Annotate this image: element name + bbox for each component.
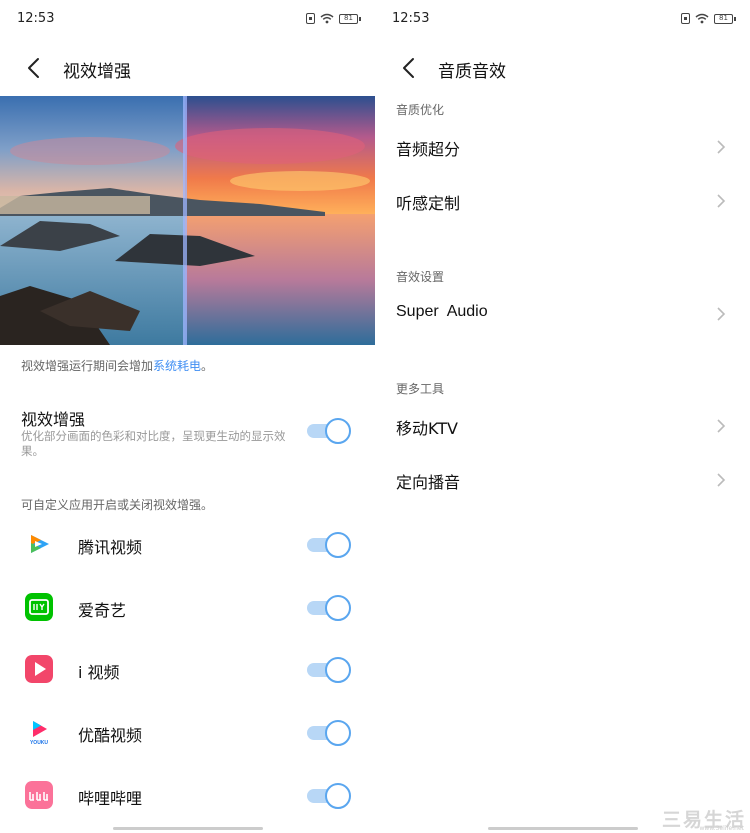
visual-enhance-title: 视效增强	[21, 410, 86, 429]
youku-icon: YOUKU	[25, 718, 53, 746]
section-label-sound-settings: 音效设置	[396, 270, 445, 284]
app-name: 哔哩哔哩	[78, 789, 143, 808]
menu-item-audio-super-resolution[interactable]: 音频超分	[375, 121, 750, 175]
page-title: 音质音效	[438, 62, 506, 82]
app-name: 爱奇艺	[78, 601, 127, 620]
status-bar: 12:53 81	[0, 0, 375, 40]
wifi-icon	[695, 13, 709, 24]
battery-icon: 81	[339, 13, 361, 24]
app-name: 腾讯视频	[78, 538, 143, 557]
visual-enhance-description: 优化部分画面的色彩和对比度，呈现更生动的显示效果。	[21, 429, 286, 458]
site-watermark: 三易生活 www.3elife.net	[661, 809, 746, 832]
visual-enhance-toggle[interactable]	[307, 418, 351, 444]
header: 音质音效	[375, 48, 750, 88]
chevron-right-icon	[717, 307, 726, 321]
sound-effects-screen: 12:53 81 音质音效 音质优化 音频超分 听感定制 音效设置 Super …	[375, 0, 750, 833]
wifi-icon	[320, 13, 334, 24]
home-indicator[interactable]	[113, 827, 263, 830]
back-arrow-icon[interactable]	[399, 56, 419, 80]
chevron-right-icon	[717, 140, 726, 154]
status-time: 12:53	[17, 11, 55, 26]
app-row-i-video[interactable]: i 视频	[0, 645, 375, 695]
visual-enhance-screen: 12:53 81 视效增强 视效增强运行期间会增加系统耗电。 视效增强 优化部分…	[0, 0, 375, 833]
app-name: i 视频	[78, 663, 120, 682]
i-video-icon	[25, 655, 53, 683]
page-title: 视效增强	[63, 62, 131, 82]
menu-item-hearing-customization[interactable]: 听感定制	[375, 175, 750, 229]
app-toggle[interactable]	[307, 657, 351, 683]
tencent-video-icon	[31, 535, 49, 553]
power-consumption-link[interactable]: 系统耗电	[153, 359, 201, 373]
app-name: 优酷视频	[78, 726, 143, 745]
power-notice: 视效增强运行期间会增加系统耗电。	[21, 359, 214, 373]
app-row-bilibili[interactable]: 哔哩哔哩	[0, 771, 375, 821]
battery-icon: 81	[714, 13, 736, 24]
sim-card-icon	[306, 13, 315, 24]
apps-caption: 可自定义应用开启或关闭视效增强。	[21, 498, 214, 512]
app-row-tencent-video[interactable]: 腾讯视频	[0, 520, 375, 570]
app-toggle[interactable]	[307, 532, 351, 558]
sim-card-icon	[681, 13, 690, 24]
comparison-preview-image	[0, 96, 375, 345]
svg-text:YOUKU: YOUKU	[30, 740, 48, 746]
iqiyi-icon	[25, 593, 53, 621]
chevron-right-icon	[717, 194, 726, 208]
chevron-right-icon	[717, 419, 726, 433]
status-time: 12:53	[392, 11, 430, 26]
section-label-more-tools: 更多工具	[396, 382, 445, 396]
menu-item-directional-playback[interactable]: 定向播音	[375, 454, 750, 508]
chevron-right-icon	[717, 473, 726, 487]
app-toggle[interactable]	[307, 720, 351, 746]
status-icons: 81	[306, 13, 361, 24]
home-indicator[interactable]	[488, 827, 638, 830]
status-bar: 12:53 81	[375, 0, 750, 40]
app-toggle[interactable]	[307, 783, 351, 809]
menu-item-mobile-ktv[interactable]: 移动KTV	[375, 400, 750, 454]
app-row-iqiyi[interactable]: 爱奇艺	[0, 583, 375, 633]
header: 视效增强	[0, 48, 375, 88]
menu-item-super-audio[interactable]: Super Audio	[375, 288, 750, 342]
app-toggle[interactable]	[307, 595, 351, 621]
app-row-youku[interactable]: YOUKU 优酷视频	[0, 708, 375, 758]
status-icons: 81	[681, 13, 736, 24]
section-label-sound-quality: 音质优化	[396, 103, 445, 117]
bilibili-icon	[25, 781, 53, 809]
back-arrow-icon[interactable]	[24, 56, 44, 80]
